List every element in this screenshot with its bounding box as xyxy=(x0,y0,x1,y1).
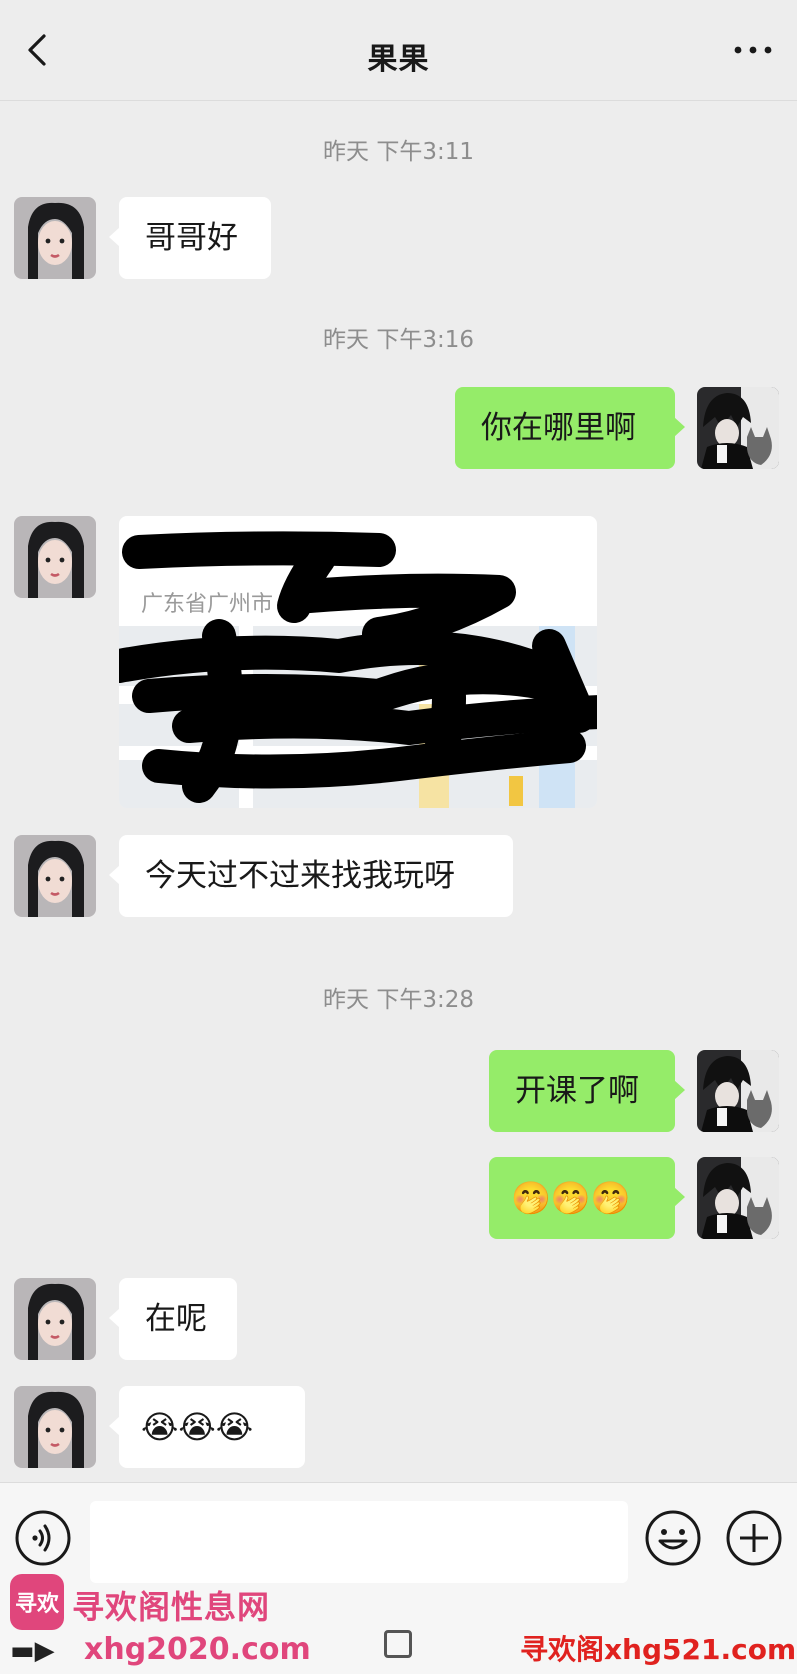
timestamp: 昨天 下午3:16 xyxy=(323,327,474,353)
watermark-arrow-icon: ▬▶ xyxy=(10,1636,55,1666)
message-input[interactable] xyxy=(90,1501,628,1583)
contact-avatar[interactable] xyxy=(14,1278,96,1360)
input-bar xyxy=(0,1482,797,1595)
message-bubble-sent[interactable]: 开课了啊 xyxy=(489,1050,685,1132)
message-bubble-received[interactable]: 😭😭😭 xyxy=(109,1386,305,1468)
message-bubble-received[interactable]: 今天过不过来找我玩呀 xyxy=(109,835,513,917)
timestamp: 昨天 下午3:28 xyxy=(323,987,474,1013)
contact-avatar[interactable] xyxy=(14,516,96,598)
contact-avatar[interactable] xyxy=(14,197,96,279)
chat-title: 果果 xyxy=(367,42,430,77)
location-message-card[interactable]: 广东省广州市 xyxy=(119,516,597,808)
contact-avatar[interactable] xyxy=(14,835,96,917)
redaction-scribble xyxy=(119,531,597,803)
emoji-icon[interactable] xyxy=(644,1509,702,1567)
my-avatar[interactable] xyxy=(697,387,779,469)
watermark-url-right: 寻欢阁xhg521.com xyxy=(520,1633,797,1666)
contact-avatar-image xyxy=(14,835,96,917)
my-avatar[interactable] xyxy=(697,1157,779,1239)
watermark-url-left: xhg2020.com xyxy=(84,1632,311,1667)
watermark-title: 寻欢阁性息网 xyxy=(72,1588,271,1626)
message-bubble-received[interactable]: 哥哥好 xyxy=(109,197,271,279)
message-bubble-received[interactable]: 在呢 xyxy=(109,1278,237,1360)
my-avatar-image xyxy=(697,1157,779,1239)
add-icon[interactable] xyxy=(725,1509,783,1567)
my-avatar-image xyxy=(697,1050,779,1132)
more-icon[interactable] xyxy=(731,36,775,64)
timestamp: 昨天 下午3:11 xyxy=(323,139,474,165)
my-avatar-image xyxy=(697,387,779,469)
home-button-icon[interactable] xyxy=(384,1630,412,1658)
message-bubble-sent[interactable]: 🤭🤭🤭 xyxy=(489,1157,685,1239)
watermark-logo: 寻欢 xyxy=(10,1574,64,1630)
contact-avatar-image xyxy=(14,516,96,598)
contact-avatar-image xyxy=(14,1278,96,1360)
voice-input-icon[interactable] xyxy=(14,1509,72,1567)
contact-avatar[interactable] xyxy=(14,1386,96,1468)
contact-avatar-image xyxy=(14,197,96,279)
message-bubble-sent[interactable]: 你在哪里啊 xyxy=(455,387,685,469)
contact-avatar-image xyxy=(14,1386,96,1468)
my-avatar[interactable] xyxy=(697,1050,779,1132)
chat-header: 果果 xyxy=(0,0,797,101)
